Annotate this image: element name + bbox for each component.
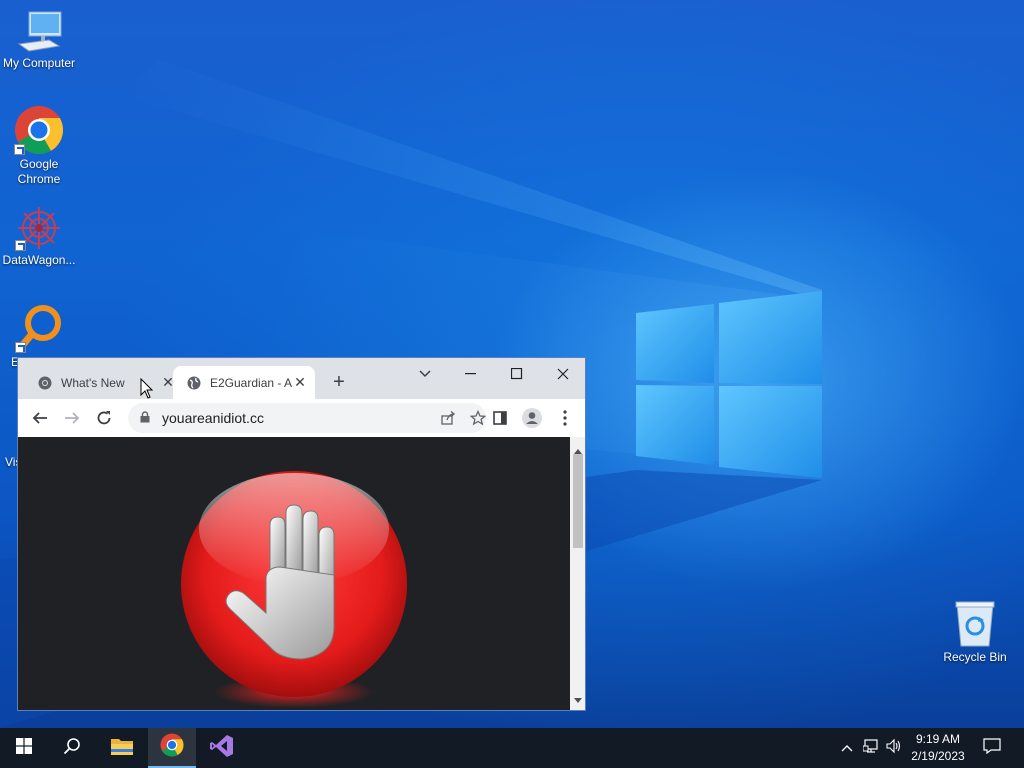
new-tab-button[interactable]: + [329, 371, 349, 393]
tab-title: What's New [61, 375, 125, 390]
taskbar-clock[interactable]: 9:19 AM 2/19/2023 [902, 731, 974, 765]
browser-toolbar: youareanidiot.cc [18, 399, 585, 437]
lock-icon [140, 410, 150, 426]
address-bar[interactable]: youareanidiot.cc [128, 403, 487, 433]
shortcut-arrow-icon [15, 342, 26, 353]
start-button[interactable] [0, 728, 48, 768]
close-window-button[interactable] [552, 366, 574, 382]
desktop-icon-google-chrome[interactable]: Google Chrome [0, 105, 78, 187]
computer-icon [15, 10, 63, 54]
network-button[interactable] [861, 728, 881, 768]
volume-button[interactable] [884, 728, 904, 768]
action-center-button[interactable] [978, 728, 1006, 768]
shortcut-arrow-icon [15, 240, 26, 251]
shortcut-arrow-icon [14, 144, 25, 155]
magnifier-app-icon [15, 303, 63, 353]
volume-icon [886, 738, 902, 759]
scrollbar-thumb[interactable] [573, 454, 583, 548]
tab-title: E2Guardian - A [210, 375, 292, 390]
chrome-icon [160, 732, 184, 762]
profile-avatar-icon[interactable] [522, 408, 542, 428]
chevron-up-icon [841, 739, 853, 757]
desktop-icon-label: Recycle Bin [943, 650, 1007, 664]
tab-close-icon[interactable]: ✕ [293, 375, 307, 389]
search-button[interactable] [48, 728, 96, 768]
taskbar-visual-studio[interactable] [198, 728, 246, 768]
chrome-browser-window[interactable]: What's New ✕ E2Guardian - A ✕ + youarean… [17, 357, 586, 711]
tab-e2guardian[interactable]: E2Guardian - A ✕ [173, 366, 315, 399]
desktop-icon-recycle-bin[interactable]: Recycle Bin [936, 600, 1014, 665]
desktop-icon-partial-e[interactable]: E [0, 303, 78, 369]
file-explorer-icon [110, 736, 134, 761]
desktop-icon-datawagon[interactable]: DataWagon... [0, 205, 78, 268]
search-icon [63, 737, 81, 760]
network-icon [862, 738, 879, 759]
desktop-icon-label: Google Chrome [17, 157, 61, 186]
minimize-button[interactable] [460, 366, 482, 382]
chrome-icon [14, 105, 64, 155]
mouse-cursor-icon [140, 378, 154, 399]
maximize-button[interactable] [506, 366, 528, 382]
globe-icon [187, 376, 201, 390]
windows-start-icon [16, 737, 32, 759]
desktop-icon-label: My Computer [2, 56, 76, 70]
side-panel-icon[interactable] [490, 408, 510, 428]
vertical-scrollbar[interactable] [570, 437, 585, 710]
clock-date: 2/19/2023 [911, 749, 965, 763]
tab-search-chevron-icon[interactable] [414, 366, 436, 382]
back-button[interactable] [30, 408, 50, 428]
red-stop-hand-icon [181, 471, 407, 708]
chrome-menu-icon[interactable] [555, 408, 575, 428]
taskbar: 9:19 AM 2/19/2023 [0, 728, 1024, 768]
desktop-icon-my-computer[interactable]: My Computer [0, 10, 78, 71]
desktop-icon-label: DataWagon... [2, 253, 76, 267]
bookmark-star-icon[interactable] [469, 409, 487, 429]
visual-studio-icon [210, 734, 234, 763]
chrome-icon [38, 376, 52, 390]
taskbar-chrome[interactable] [148, 728, 196, 768]
taskbar-file-explorer[interactable] [98, 728, 146, 768]
scroll-down-arrow-icon[interactable] [574, 690, 582, 708]
datawagon-icon [15, 205, 63, 251]
tab-strip: What's New ✕ E2Guardian - A ✕ + [18, 358, 585, 399]
recycle-bin-icon [953, 600, 997, 648]
clock-time: 9:19 AM [915, 732, 961, 746]
show-hidden-icons-button[interactable] [838, 728, 856, 768]
forward-button[interactable] [62, 408, 82, 428]
address-text: youareanidiot.cc [162, 410, 264, 426]
page-content [18, 437, 570, 710]
reload-button[interactable] [94, 408, 114, 428]
action-center-icon [983, 737, 1001, 759]
share-icon[interactable] [441, 411, 456, 428]
